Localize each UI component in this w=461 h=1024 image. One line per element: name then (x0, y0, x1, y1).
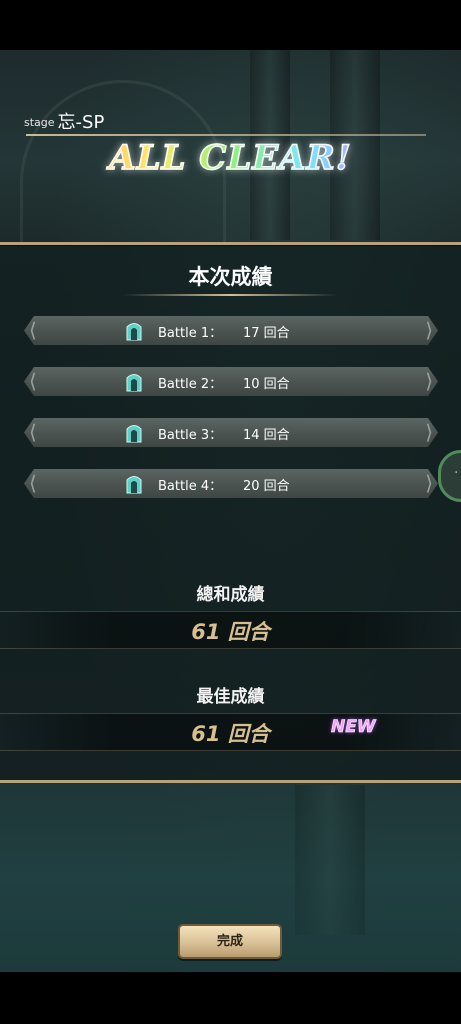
battle-row-1: ⟨ Battle 1： 17 回合 ⟩ (24, 316, 438, 345)
battle-label: Battle 2： (158, 377, 223, 392)
right-bracket-icon: ⟩ (425, 420, 433, 444)
total-score-title: 總和成績 (196, 585, 265, 605)
battle-row-3: ⟨ Battle 3： 14 回合 ⟩ (24, 418, 438, 447)
best-score-value: 61 回合 (191, 722, 270, 746)
results-panel: 本次成績 ⟨ Battle 1： 17 回合 ⟩ ⟨ Battle 2： 10 … (0, 242, 461, 783)
total-score-value: 61 回合 (191, 620, 270, 644)
left-bracket-icon: ⟨ (29, 420, 37, 444)
left-bracket-icon: ⟨ (29, 471, 37, 495)
battle-label: Battle 3： (158, 428, 223, 443)
stage-label: stage 忘-SP (24, 108, 104, 134)
gate-icon (125, 473, 143, 494)
best-score-band: 61 回合 NEW (0, 713, 461, 751)
result-screen: stage 忘-SP ALL CLEAR! 本次成績 ⟨ Battle 1： 17… (0, 50, 461, 972)
gate-icon (125, 371, 143, 392)
left-bracket-icon: ⟨ (29, 318, 37, 342)
stage-divider (26, 134, 426, 136)
battle-turns: 10 回合 (243, 377, 290, 392)
new-record-badge: NEW (331, 717, 376, 738)
done-button[interactable]: 完成 (178, 924, 282, 959)
total-score-band: 61 回合 (0, 611, 461, 649)
battle-turns: 17 回合 (243, 326, 290, 341)
stage-prefix: stage (24, 116, 55, 129)
current-results-title: 本次成績 (188, 265, 273, 289)
gate-icon (125, 422, 143, 443)
right-bracket-icon: ⟩ (425, 471, 433, 495)
right-bracket-icon: ⟩ (425, 369, 433, 393)
battle-row-2: ⟨ Battle 2： 10 回合 ⟩ (24, 367, 438, 396)
left-bracket-icon: ⟨ (29, 369, 37, 393)
battle-row-4: ⟨ Battle 4： 20 回合 ⟩ (24, 469, 438, 498)
battle-turns: 14 回合 (243, 428, 290, 443)
stage-name: 忘-SP (57, 112, 105, 133)
side-tab-dots-icon: ·· (454, 465, 461, 481)
battle-label: Battle 1： (158, 326, 223, 341)
best-score-title: 最佳成績 (196, 687, 265, 707)
battle-turns: 20 回合 (243, 479, 290, 494)
title-underline (123, 294, 338, 296)
battle-label: Battle 4： (158, 479, 223, 494)
right-bracket-icon: ⟩ (425, 318, 433, 342)
gate-icon (125, 320, 143, 341)
all-clear-banner: ALL CLEAR! (0, 137, 461, 179)
